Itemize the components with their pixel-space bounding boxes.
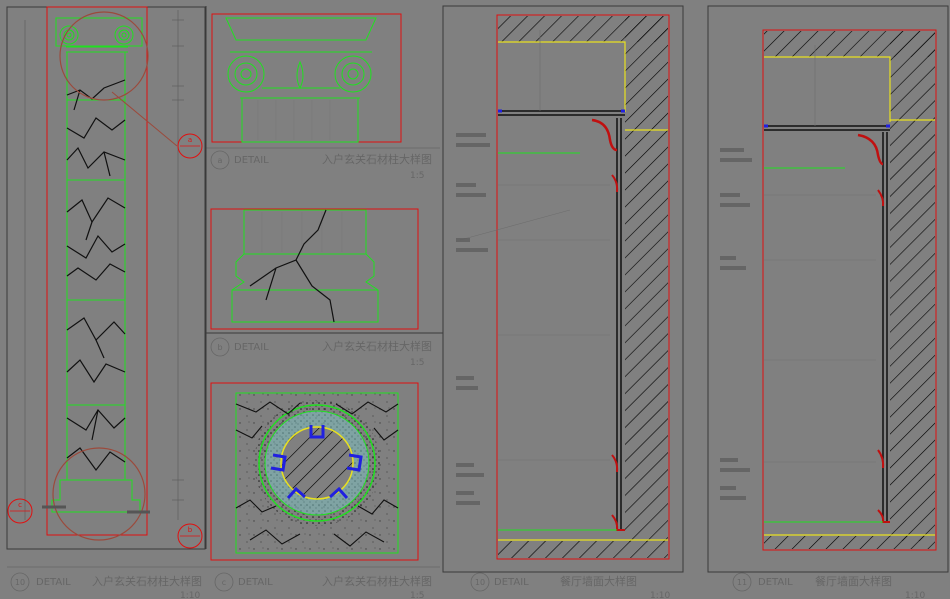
- detail-a-title: 入户玄关石材柱大样图: [322, 152, 432, 166]
- base-detail: [210, 208, 419, 330]
- detail-title-c: c DETAIL 入户玄关石材柱大样图 1:5: [214, 572, 432, 599]
- detail-10b-number: 10: [475, 578, 485, 587]
- detail-11-scale: 1:10: [905, 591, 925, 599]
- detail-title-10b: 10 DETAIL 餐厅墙面大样图 1:10: [470, 572, 670, 599]
- cad-drawing-canvas: a c b a DETAIL 入户玄关石材柱大样图 1:5 b DETAIL 入…: [6, 5, 949, 599]
- detail-10-label: DETAIL: [36, 577, 71, 588]
- detail-c-title: 入户玄关石材柱大样图: [322, 574, 432, 588]
- callout-b-label: b: [188, 526, 193, 534]
- capital-detail: [211, 13, 402, 143]
- detail-title-a: a DETAIL 入户玄关石材柱大样图 1:5: [206, 147, 440, 181]
- detail-11-label: DETAIL: [758, 577, 793, 588]
- ionic-volute-icon: [55, 17, 143, 53]
- callout-c-label: c: [18, 501, 22, 509]
- detail-11-title: 餐厅墙面大样图: [815, 574, 892, 588]
- detail-title-11: 11 DETAIL 餐厅墙面大样图 1:10: [732, 572, 925, 599]
- detail-10b-title: 餐厅墙面大样图: [560, 574, 637, 588]
- wall-section-left: [442, 5, 684, 573]
- section-callout-icon[interactable]: a: [177, 133, 203, 159]
- wall-section-right: [707, 5, 949, 573]
- detail-10-title: 入户玄关石材柱大样图: [92, 574, 202, 588]
- detail-a-number: a: [218, 156, 223, 165]
- callout-a-label: a: [188, 136, 192, 144]
- detail-10b-scale: 1:10: [650, 591, 670, 599]
- detail-11-number: 11: [737, 578, 747, 587]
- section-callout-icon[interactable]: b: [177, 523, 203, 549]
- section-callout-icon[interactable]: c: [7, 498, 33, 524]
- detail-b-scale: 1:5: [410, 358, 424, 368]
- detail-b-title: 入户玄关石材柱大样图: [322, 339, 432, 353]
- column-plan-section: [210, 382, 419, 561]
- detail-b-number: b: [217, 343, 222, 352]
- detail-a-label: DETAIL: [234, 155, 269, 166]
- detail-c-scale: 1:5: [410, 591, 424, 599]
- detail-10-scale: 1:10: [180, 591, 200, 599]
- detail-c-label: DETAIL: [238, 577, 273, 588]
- detail-c-number: c: [222, 578, 226, 587]
- detail-10-number: 10: [15, 578, 25, 587]
- detail-a-scale: 1:5: [410, 171, 424, 181]
- detail-10b-label: DETAIL: [494, 577, 529, 588]
- stone-crack-texture: [66, 79, 126, 471]
- column-elevation: [6, 6, 206, 550]
- detail-b-label: DETAIL: [234, 342, 269, 353]
- detail-title-b: b DETAIL 入户玄关石材柱大样图 1:5: [206, 332, 440, 368]
